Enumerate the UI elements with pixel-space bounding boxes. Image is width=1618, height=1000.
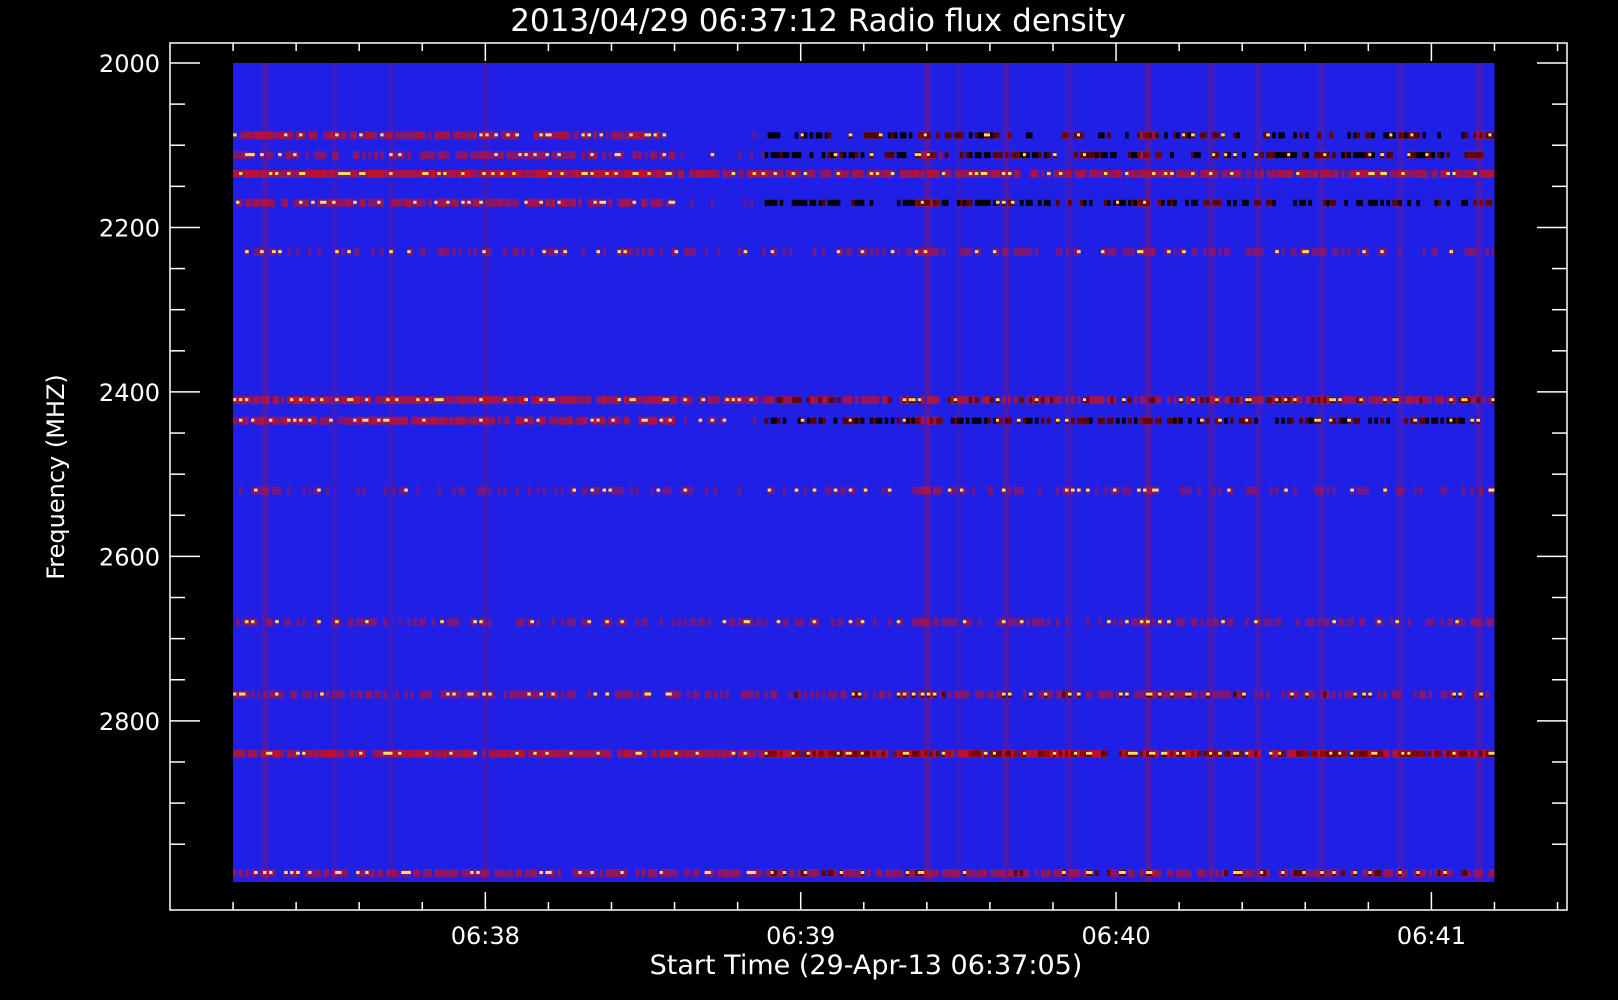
y-tick-label: 2600 <box>99 543 160 571</box>
y-tick-label: 2200 <box>99 214 160 242</box>
x-axis-label: Start Time (29-Apr-13 06:37:05) <box>650 950 1083 981</box>
x-tick-label: 06:40 <box>1081 922 1150 950</box>
emission-band <box>233 396 1495 405</box>
burst-column <box>482 63 490 883</box>
burst-column <box>1318 63 1326 883</box>
spectrogram-chart: 2013/04/29 06:37:12 Radio flux density 0… <box>0 0 1618 1000</box>
emission-band <box>233 151 1484 160</box>
burst-column <box>1065 63 1073 883</box>
emission-band <box>236 198 1493 207</box>
emission-band <box>233 131 1495 140</box>
heatmap-area <box>233 63 1495 883</box>
burst-column <box>261 63 269 883</box>
burst-column <box>955 63 963 883</box>
burst-column <box>923 63 931 883</box>
y-axis-label: Frequency (MHZ) <box>42 374 70 580</box>
emission-band <box>233 170 1495 179</box>
burst-column <box>330 63 338 883</box>
emission-band <box>233 416 1481 425</box>
burst-column <box>387 63 395 883</box>
burst-column <box>1254 63 1262 883</box>
x-tick-label: 06:38 <box>451 922 520 950</box>
x-tick-label: 06:39 <box>766 922 835 950</box>
burst-column <box>1396 63 1404 883</box>
burst-column <box>1002 63 1010 883</box>
y-tick-label: 2800 <box>99 708 160 736</box>
heatmap-field <box>233 63 1495 883</box>
y-tick-label: 2000 <box>99 50 160 78</box>
burst-column <box>1475 63 1483 883</box>
chart-title: 2013/04/29 06:37:12 Radio flux density <box>510 3 1126 39</box>
x-tick-label: 06:41 <box>1397 922 1466 950</box>
emission-band <box>233 749 1495 758</box>
burst-column <box>1144 63 1152 883</box>
burst-column <box>1207 63 1215 883</box>
y-tick-label: 2400 <box>99 379 160 407</box>
emission-band <box>233 868 1495 877</box>
